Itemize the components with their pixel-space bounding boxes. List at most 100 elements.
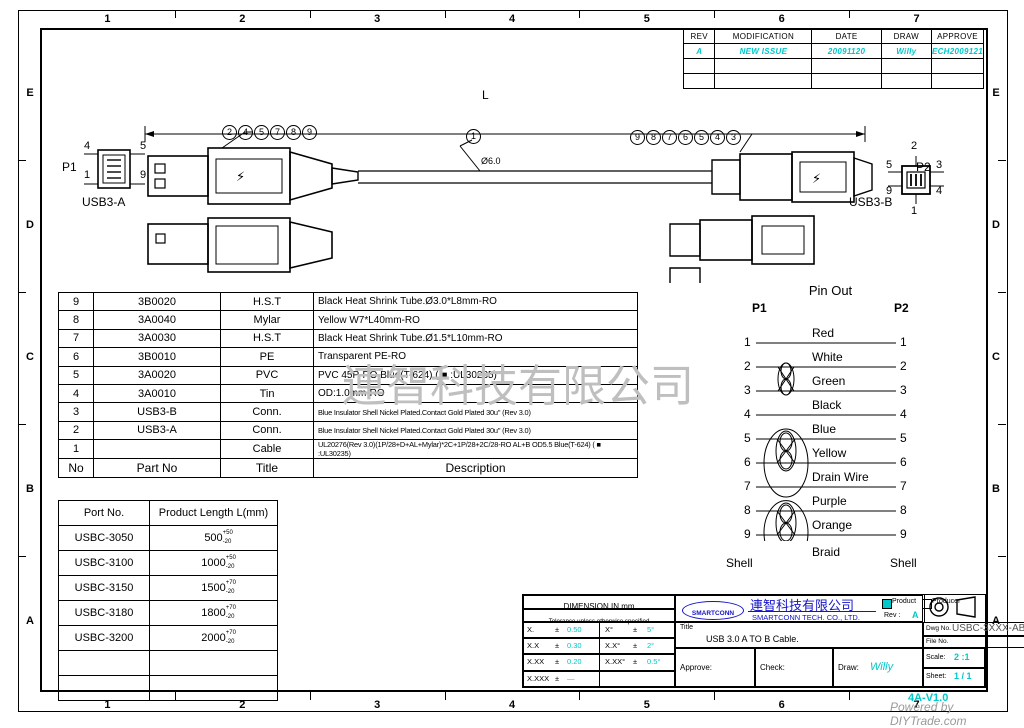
tol-minus: -20 (222, 539, 232, 546)
length-header: Port No. (58, 500, 150, 526)
balloon-r-4: 4 (710, 130, 725, 145)
zone-col-5: 5 (643, 13, 650, 25)
tol-minus: -20 (225, 564, 235, 571)
rev-label: Rev : (884, 612, 901, 619)
zone-tick (309, 10, 311, 18)
zone-row-D: D (26, 219, 34, 231)
tolerance-right-key: X.XX° (605, 657, 626, 667)
length-port-no: USBC-3200 (58, 625, 150, 651)
zone-row-C: C (992, 351, 1000, 363)
tol-minus: -20 (225, 614, 235, 621)
length-port-no: USBC-3100 (58, 550, 150, 576)
zone-col-2: 2 (239, 13, 246, 25)
tolerance-right-value: 5° (647, 625, 655, 634)
parts-title: Tin (220, 383, 314, 404)
tolerance-left-value: 0.50 (567, 625, 582, 634)
zone-row-D: D (992, 219, 1000, 231)
dwg-no-cell: Dwg No. USBC-3XXX-AB2 (923, 622, 1024, 636)
p2-pin-3: 3 (936, 159, 943, 171)
parts-no: 9 (58, 291, 94, 312)
zone-row-E: E (992, 87, 1000, 99)
product-length-table: Port No. Product Length L(mm) USBC-3050 500… (58, 500, 278, 701)
product-label: Product (892, 598, 917, 605)
length-row (58, 675, 278, 701)
tol-plus: +70 (225, 580, 236, 586)
tolerance-left-pm: ± (555, 657, 560, 667)
pinout-wire-name: Blue (812, 422, 837, 436)
pinout-shell-right: Shell (890, 556, 917, 570)
p2-pin-2: 2 (911, 140, 918, 152)
balloon-4: 4 (238, 125, 253, 140)
file-no-label: File No. (926, 638, 949, 645)
balloon-5: 5 (254, 125, 269, 140)
svg-text:⚡: ⚡ (812, 172, 821, 187)
zone-tick (998, 292, 1006, 293)
zone-tick (849, 10, 851, 18)
parts-title: H.S.T (220, 291, 314, 312)
length-port-no: USBC-3150 (58, 575, 150, 601)
p2-connector-label: USB3-B (849, 195, 893, 209)
tolerance-left-key: X.XXX (527, 673, 550, 683)
balloon-r-8: 8 (646, 130, 661, 145)
pinout-p2-pin: 5 (900, 431, 907, 445)
length-port-no: USBC-3050 (58, 525, 150, 551)
balloon-9: 9 (302, 125, 317, 140)
parts-header: Part No (93, 458, 221, 478)
tolerance-right-key: X° (605, 625, 614, 634)
tolerance-left-pm: ± (555, 625, 560, 634)
pinout-p1-pin: 4 (744, 407, 751, 421)
pinout-wire-name: Orange (812, 518, 853, 532)
pinout-p2-pin: 3 (900, 383, 907, 397)
tolerance-divider (599, 622, 600, 639)
pinout-p2-pin: 6 (900, 455, 907, 469)
pinout-p1-pin: 2 (744, 359, 751, 373)
parts-part-no (93, 439, 221, 460)
parts-no: 5 (58, 365, 94, 385)
company-name-en: SMARTCONN TECH. CO., LTD. (752, 613, 860, 622)
zone-tick (714, 10, 716, 18)
pinout-p1-pin: 5 (744, 431, 751, 445)
pinout-p1-pin: 3 (744, 383, 751, 397)
length-row (58, 650, 278, 676)
company-band: SMARTCONN 連智科技有限公司 SMARTCONN TECH. CO., … (675, 595, 960, 622)
zone-col-6: 6 (778, 13, 785, 25)
length-row: USBC-3150 1500 +70 -20 (58, 575, 278, 601)
parts-row: 2 USB3-A Conn. Blue Insulator Shell Nickel … (58, 420, 638, 441)
length-value: 1000 +50 -20 (149, 550, 278, 576)
product-checkbox[interactable] (882, 599, 892, 609)
pinout-p2-pin: 9 (900, 527, 907, 541)
balloon-r-7: 7 (662, 130, 677, 145)
pinout-p1-pin: 7 (744, 479, 751, 493)
parts-no: 6 (58, 347, 94, 367)
pinout-p1-pin: 1 (744, 335, 751, 349)
parts-part-no: 3A0010 (93, 383, 221, 404)
pinout-p1-label: P1 (752, 301, 767, 315)
pinout-p2-label: P2 (894, 301, 909, 315)
zone-tick (579, 692, 581, 700)
tol-plus: +70 (225, 630, 236, 636)
parts-desc: Blue Insulator Shell Nickel Plated.Conta… (313, 420, 638, 441)
tolerance-left-key: X. (527, 625, 535, 634)
approve-cell: Approve: (675, 648, 755, 687)
parts-desc: Yellow W7*L40mm-RO (313, 310, 638, 330)
zone-tick (18, 292, 26, 293)
tolerance-left-pm: ± (555, 641, 560, 651)
tolerance-right-key: X.X° (605, 641, 621, 651)
p2-pin-9: 9 (886, 185, 893, 197)
pinout-shell-left: Shell (726, 556, 753, 570)
scale-label: Scale: (926, 654, 946, 661)
title-value: USB 3.0 A TO B Cable. (706, 634, 799, 644)
zone-row-E: E (26, 87, 34, 99)
tolerance-left-key: X.XX (527, 657, 545, 667)
pinout-diagram: Pin Out P1 P2 1 1 Red 2 2 White 3 3 Green 4 4 Black 5 5… (726, 283, 933, 570)
parts-title: Cable (220, 439, 314, 460)
balloon-7: 7 (270, 125, 285, 140)
p1-pin-5: 5 (140, 140, 147, 152)
parts-part-no: USB3-A (93, 420, 221, 441)
approve-label: Approve: (680, 663, 713, 672)
tolerance-left-key: X.X (527, 641, 540, 651)
zone-col-7: 7 (913, 13, 920, 25)
zone-tick (714, 692, 716, 700)
p1-pin-1: 1 (84, 169, 91, 181)
pinout-wire-name: Purple (812, 494, 847, 508)
